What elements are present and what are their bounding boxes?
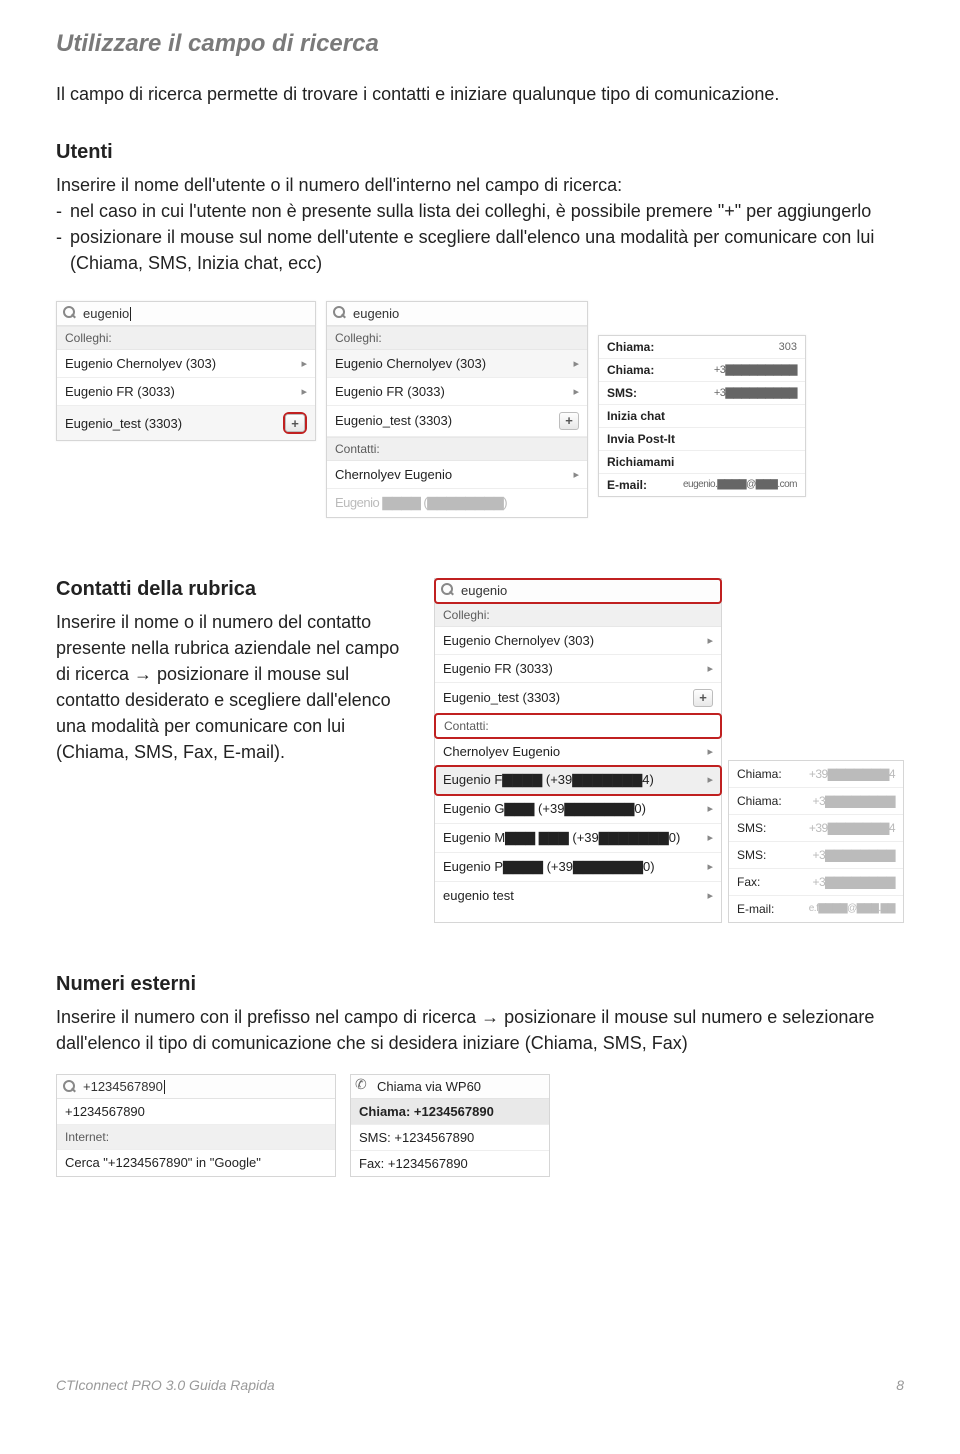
numeri-heading: Numeri esterni <box>56 973 904 996</box>
search-panel-number: +1234567890 +1234567890 Internet: Cerca … <box>56 1074 336 1177</box>
search-icon <box>333 306 347 320</box>
search-panel-1: eugenio Colleghi: Eugenio Chernolyev (30… <box>56 301 316 442</box>
menu-item-chat[interactable]: Inizia chat <box>599 405 805 428</box>
menu-item-email[interactable]: E-mail:eugenio.▇▇▇▇@▇▇▇.com <box>599 474 805 496</box>
group-colleghi: Colleghi: <box>435 603 721 627</box>
chevron-right-icon: ▸ <box>707 831 713 844</box>
list-item-search-google[interactable]: Cerca "+1234567890" in "Google" <box>57 1150 335 1175</box>
chevron-right-icon: ▸ <box>707 802 713 815</box>
contatti-body: Inserire il nome o il numero del contatt… <box>56 609 416 766</box>
menu-item-sms[interactable]: SMS:+3▇▇▇▇▇▇▇▇ <box>729 842 903 869</box>
chevron-right-icon: ▸ <box>707 773 713 786</box>
chevron-right-icon: ▸ <box>707 889 713 902</box>
chevron-right-icon: ▸ <box>707 634 713 647</box>
list-item[interactable]: Chernolyev Eugenio ▸ <box>327 461 587 489</box>
list-item[interactable]: Eugenio FR (3033)▸ <box>435 655 721 683</box>
group-colleghi: Colleghi: <box>327 326 587 350</box>
menu-item-call[interactable]: Chiama:+3▇▇▇▇▇▇▇▇▇ <box>599 359 805 382</box>
chevron-right-icon: ▸ <box>707 662 713 675</box>
page-number: 8 <box>896 1377 904 1393</box>
footer-title: CTIconnect PRO 3.0 Guida Rapida <box>56 1377 275 1393</box>
search-icon <box>63 306 77 320</box>
search-bar[interactable]: eugenio <box>57 302 315 327</box>
list-item[interactable]: +1234567890 <box>57 1099 335 1125</box>
list-item[interactable]: Eugenio Chernolyev (303)▸ <box>435 627 721 655</box>
search-icon <box>441 583 455 597</box>
chevron-right-icon: ▸ <box>573 385 579 398</box>
menu-item-sms[interactable]: SMS:+39▇▇▇▇▇▇▇4 <box>729 815 903 842</box>
utenti-desc: Inserire il nome dell'utente o il numero… <box>56 172 904 198</box>
chevron-right-icon: ▸ <box>301 357 307 370</box>
phone-icon <box>357 1079 371 1093</box>
chevron-right-icon: ▸ <box>707 860 713 873</box>
group-contatti: Contatti: <box>327 437 587 461</box>
search-bar[interactable]: +1234567890 <box>57 1075 335 1100</box>
search-query: eugenio <box>461 583 507 598</box>
numeri-body: Inserire il numero con il prefisso nel c… <box>56 1004 904 1056</box>
chevron-right-icon: ▸ <box>301 385 307 398</box>
contatti-heading: Contatti della rubrica <box>56 578 416 601</box>
list-item[interactable]: Eugenio FR (3033) ▸ <box>57 378 315 406</box>
group-internet: Internet: <box>57 1125 335 1150</box>
menu-item-email[interactable]: E-mail:e.f▇▇▇▇@▇▇▇.▇▇ <box>729 896 903 922</box>
list-item[interactable]: Eugenio P▇▇▇▇ (+39▇▇▇▇▇▇▇0)▸ <box>435 853 721 882</box>
list-item[interactable]: Eugenio_test (3303)+ <box>435 683 721 714</box>
menu-item-fax[interactable]: Fax:+3▇▇▇▇▇▇▇▇ <box>729 869 903 896</box>
list-item[interactable]: eugenio test▸ <box>435 882 721 909</box>
utenti-screenshots: eugenio Colleghi: Eugenio Chernolyev (30… <box>56 301 904 518</box>
menu-item-call[interactable]: Chiama:+3▇▇▇▇▇▇▇▇ <box>729 788 903 815</box>
list-item[interactable]: Chernolyev Eugenio▸ <box>435 738 721 766</box>
page-footer: CTIconnect PRO 3.0 Guida Rapida 8 <box>0 1377 960 1417</box>
call-via-header[interactable]: Chiama via WP60 <box>351 1075 549 1099</box>
list-item[interactable]: Eugenio_test (3303) + <box>57 406 315 440</box>
menu-item-sms[interactable]: SMS: +1234567890 <box>351 1125 549 1151</box>
page-title: Utilizzare il campo di ricerca <box>56 30 904 58</box>
list-item[interactable]: Eugenio Chernolyev (303) ▸ <box>327 350 587 378</box>
group-colleghi: Colleghi: <box>57 326 315 350</box>
search-query: eugenio <box>353 306 399 321</box>
utenti-li2: posizionare il mouse sul nome dell'utent… <box>70 224 904 276</box>
search-icon <box>63 1080 77 1094</box>
chevron-right-icon: ▸ <box>573 357 579 370</box>
menu-item-call[interactable]: Chiama: +1234567890 <box>351 1099 549 1125</box>
list-item[interactable]: Eugenio FR (3033) ▸ <box>327 378 587 406</box>
group-contatti: Contatti: <box>435 714 721 738</box>
search-bar[interactable]: eugenio <box>435 579 721 603</box>
add-contact-button[interactable]: + <box>559 412 579 430</box>
list-item[interactable]: Eugenio Chernolyev (303) ▸ <box>57 350 315 378</box>
intro-text: Il campo di ricerca permette di trovare … <box>56 82 904 107</box>
menu-item-call[interactable]: Chiama:303 <box>599 336 805 359</box>
search-query: eugenio <box>83 306 131 322</box>
numeri-screenshots: +1234567890 +1234567890 Internet: Cerca … <box>56 1074 904 1177</box>
search-panel-2: eugenio Colleghi: Eugenio Chernolyev (30… <box>326 301 588 518</box>
menu-item-sms[interactable]: SMS:+3▇▇▇▇▇▇▇▇▇ <box>599 382 805 405</box>
action-menu-contacts: Chiama:+39▇▇▇▇▇▇▇4 Chiama:+3▇▇▇▇▇▇▇▇ SMS… <box>728 760 904 923</box>
list-item-selected[interactable]: Eugenio F▇▇▇▇ (+39▇▇▇▇▇▇▇4)▸ <box>435 766 721 795</box>
menu-item-postit[interactable]: Invia Post-It <box>599 428 805 451</box>
utenti-heading: Utenti <box>56 141 904 164</box>
menu-item-fax[interactable]: Fax: +1234567890 <box>351 1151 549 1176</box>
search-panel-contacts: eugenio Colleghi: Eugenio Chernolyev (30… <box>434 578 722 923</box>
menu-item-call[interactable]: Chiama:+39▇▇▇▇▇▇▇4 <box>729 761 903 788</box>
chevron-right-icon: ▸ <box>573 468 579 481</box>
list-item[interactable]: Eugenio ▇▇▇▇ (▇▇▇▇▇▇▇▇) <box>327 489 587 517</box>
utenti-li1: nel caso in cui l'utente non è presente … <box>70 198 904 224</box>
search-query: +1234567890 <box>83 1079 165 1095</box>
action-menu-number: Chiama via WP60 Chiama: +1234567890 SMS:… <box>350 1074 550 1177</box>
contatti-screenshots: eugenio Colleghi: Eugenio Chernolyev (30… <box>434 578 904 923</box>
list-item[interactable]: Eugenio G▇▇▇ (+39▇▇▇▇▇▇▇0)▸ <box>435 795 721 824</box>
menu-item-callback[interactable]: Richiamami <box>599 451 805 474</box>
add-contact-button[interactable]: + <box>285 414 305 432</box>
list-item[interactable]: Eugenio M▇▇▇ ▇▇▇ (+39▇▇▇▇▇▇▇0)▸ <box>435 824 721 853</box>
list-item[interactable]: Eugenio_test (3303) + <box>327 406 587 437</box>
add-contact-button[interactable]: + <box>693 689 713 707</box>
chevron-right-icon: ▸ <box>707 745 713 758</box>
action-menu: Chiama:303 Chiama:+3▇▇▇▇▇▇▇▇▇ SMS:+3▇▇▇▇… <box>598 335 806 497</box>
search-bar[interactable]: eugenio <box>327 302 587 326</box>
